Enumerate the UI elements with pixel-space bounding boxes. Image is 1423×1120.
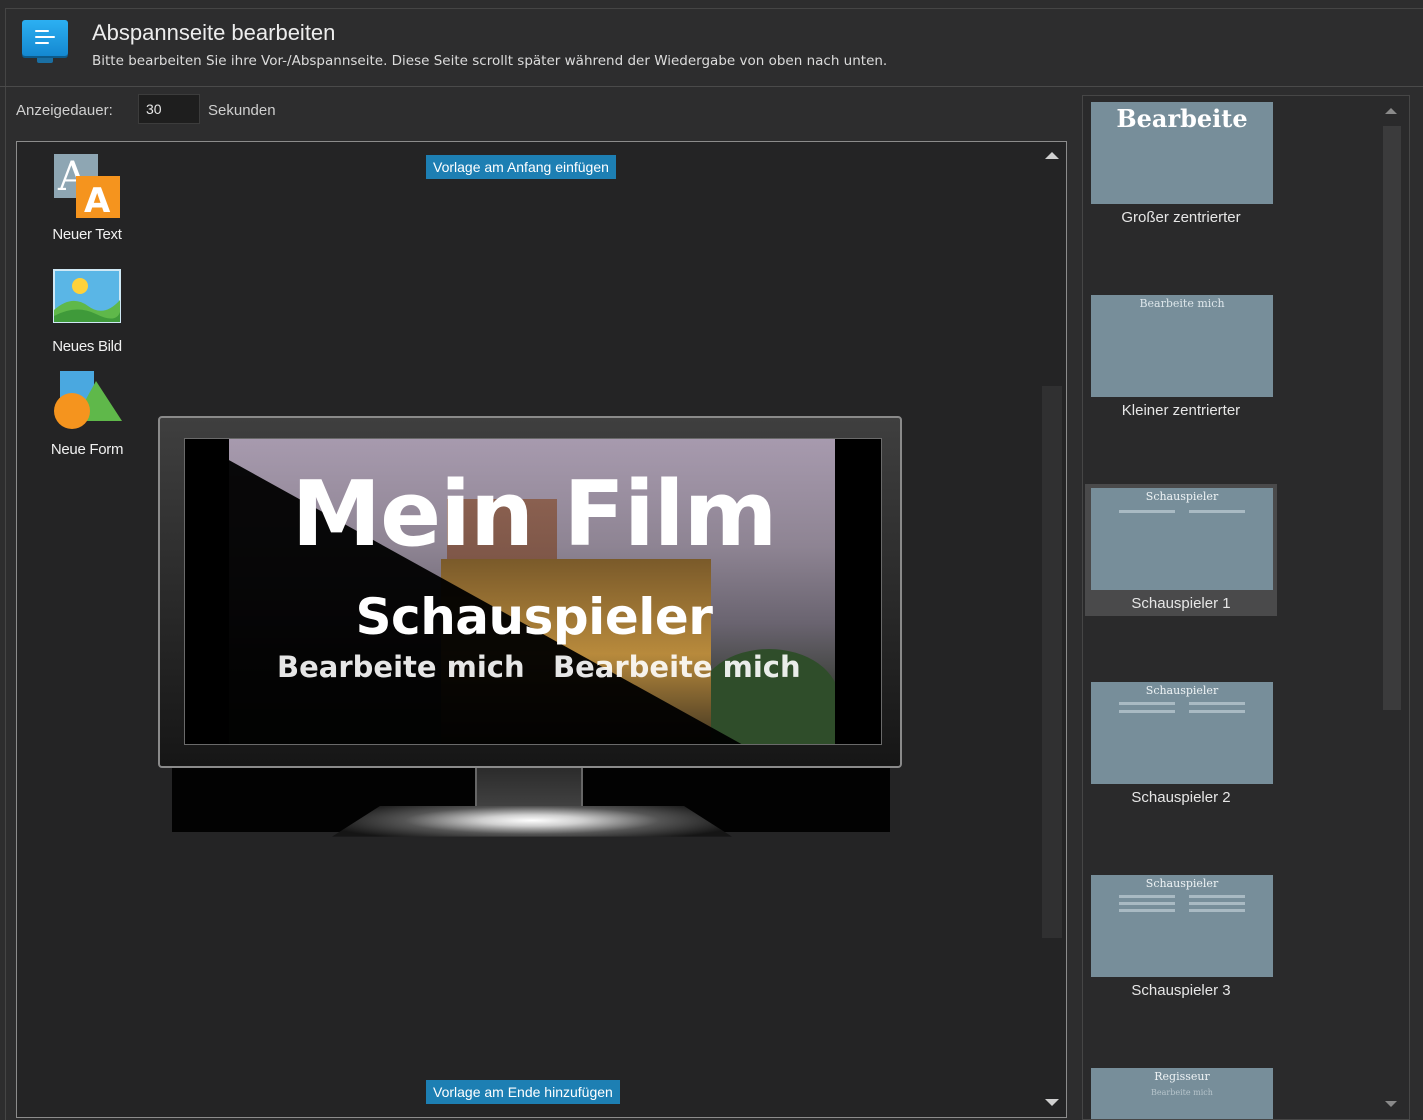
thumbnail-text: Schauspieler (1145, 877, 1219, 890)
editor-scrollbar-thumb[interactable] (1042, 386, 1062, 938)
template-caption: Schauspieler 1 (1131, 595, 1231, 612)
template-thumbnail: Bearbeite mich (1091, 295, 1273, 397)
insert-template-start-button[interactable]: Vorlage am Anfang einfügen (426, 155, 616, 179)
new-text-label: Neuer Text (52, 226, 122, 243)
list-monitor-icon (22, 20, 68, 56)
tv-preview-frame: Mein Film Schauspieler Bearbeite mich Be… (158, 416, 902, 768)
scroll-up-arrow-icon[interactable] (1045, 152, 1059, 159)
scroll-down-arrow-icon[interactable] (1385, 1101, 1397, 1107)
thumbnail-row (1119, 710, 1245, 713)
thumbnail-text: Bearbeite (1116, 104, 1248, 133)
preview-title[interactable]: Mein Film (185, 465, 881, 565)
thumbnail-subtext: Bearbeite mich (1151, 1088, 1213, 1097)
template-caption: Schauspieler 2 (1131, 789, 1231, 806)
template-thumbnail: Bearbeite (1091, 102, 1273, 204)
svg-text:A: A (84, 181, 111, 221)
template-caption: Schauspieler 3 (1131, 982, 1231, 999)
thumbnail-row (1119, 895, 1245, 898)
page-editor[interactable]: Vorlage am Anfang einfügen A A Neuer Tex… (16, 141, 1067, 1118)
thumbnail-row (1119, 902, 1245, 905)
template-thumbnail: Schauspieler (1091, 682, 1273, 784)
duration-unit-label: Sekunden (208, 102, 276, 119)
template-item[interactable]: Bearbeite mich Kleiner zentrierter (1085, 291, 1277, 423)
new-text-tool[interactable]: A A Neuer Text (37, 152, 137, 243)
thumbnail-row (1119, 510, 1245, 513)
insert-template-end-button[interactable]: Vorlage am Ende hinzufügen (426, 1080, 620, 1104)
dialog-header: Abspannseite bearbeiten Bitte bearbeiten… (0, 0, 1423, 87)
template-caption: Kleiner zentrierter (1121, 402, 1241, 419)
template-caption: Großer zentrierter (1121, 209, 1241, 226)
template-item-selected[interactable]: Schauspieler Schauspieler 1 (1085, 484, 1277, 616)
dialog-subtitle: Bitte bearbeiten Sie ihre Vor-/Abspannse… (92, 53, 888, 69)
thumbnail-text: Bearbeite mich (1139, 297, 1225, 310)
template-list[interactable]: Bearbeite Großer zentrierter Bearbeite m… (1082, 95, 1410, 1120)
thumbnail-text: Regisseur (1154, 1070, 1210, 1083)
preview-screen[interactable]: Mein Film Schauspieler Bearbeite mich Be… (184, 438, 882, 745)
thumbnail-row (1119, 909, 1245, 912)
text-icon: A A (52, 152, 122, 222)
duration-input[interactable]: 30 (138, 94, 200, 124)
template-thumbnail: Schauspieler (1091, 488, 1273, 590)
monitor-stand-icon (37, 58, 53, 63)
thumbnail-text: Schauspieler (1145, 684, 1219, 697)
new-image-tool[interactable]: Neues Bild (37, 264, 137, 355)
tv-stand-base (332, 806, 732, 837)
new-shape-label: Neue Form (50, 441, 124, 458)
new-image-label: Neues Bild (52, 338, 122, 355)
preview-edit-right[interactable]: Bearbeite mich (553, 649, 801, 685)
template-item[interactable]: Schauspieler Schauspieler 3 (1085, 871, 1277, 1003)
template-thumbnail: Schauspieler (1091, 875, 1273, 977)
duration-label: Anzeigedauer: (16, 102, 113, 119)
dialog-title: Abspannseite bearbeiten (92, 20, 336, 45)
preview-edit-left[interactable]: Bearbeite mich (277, 649, 525, 685)
new-shape-tool[interactable]: Neue Form (37, 367, 137, 458)
scroll-up-arrow-icon[interactable] (1385, 108, 1397, 114)
template-item[interactable]: Regisseur Bearbeite mich (1085, 1064, 1277, 1119)
template-item[interactable]: Schauspieler Schauspieler 2 (1085, 678, 1277, 810)
template-list-scrollbar-thumb[interactable] (1383, 126, 1401, 710)
shape-icon (52, 367, 122, 437)
template-thumbnail: Regisseur Bearbeite mich (1091, 1068, 1273, 1119)
thumbnail-row (1119, 702, 1245, 705)
scroll-down-arrow-icon[interactable] (1045, 1099, 1059, 1106)
thumbnail-text: Schauspieler (1145, 490, 1219, 503)
template-item[interactable]: Bearbeite Großer zentrierter (1085, 98, 1277, 230)
image-icon (52, 264, 122, 334)
preview-subtitle[interactable]: Schauspieler (185, 589, 881, 645)
